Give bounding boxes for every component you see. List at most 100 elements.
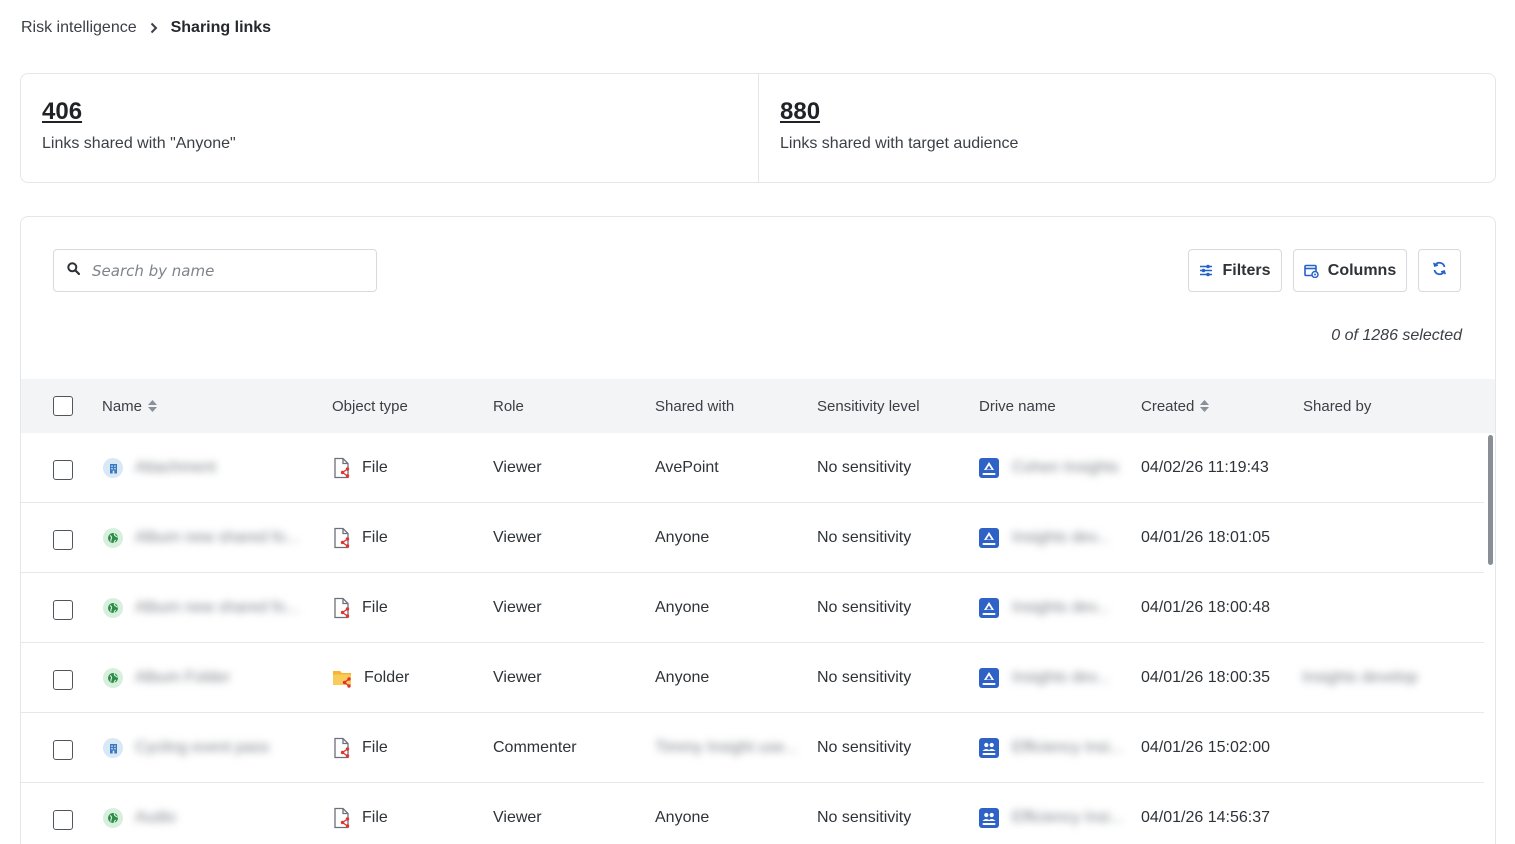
globe-icon — [103, 808, 123, 828]
shared-with: Timmy Insight use... — [655, 739, 798, 756]
file-share-icon — [332, 597, 352, 619]
object-type-cell: File — [332, 783, 388, 844]
globe-icon — [103, 528, 123, 548]
row-checkbox-cell — [53, 573, 73, 643]
shared-with: Anyone — [655, 669, 710, 686]
shared-drive-icon — [978, 807, 1000, 829]
table-row[interactable]: Album new shared fo... File Viewer Anyon… — [21, 503, 1484, 573]
role: Viewer — [493, 599, 542, 616]
drive-name: Insights dev... — [1012, 599, 1110, 616]
building-icon — [103, 738, 123, 758]
sort-icon[interactable] — [147, 399, 158, 413]
chevron-right-icon — [150, 22, 158, 34]
created-date: 04/01/26 18:00:35 — [1141, 669, 1271, 686]
table-row[interactable]: Album Folder Folder Viewer Anyone No sen… — [21, 643, 1484, 713]
object-type: Folder — [364, 669, 410, 686]
drive-cell: Efficiency Insi... — [978, 783, 1123, 844]
shared-by: Insights develop — [1302, 669, 1418, 686]
select-all-checkbox[interactable] — [53, 396, 73, 416]
sensitivity-level: No sensitivity — [817, 529, 912, 546]
search-input[interactable] — [92, 261, 362, 280]
table-row[interactable]: Audio File Viewer Anyone No sensitivity … — [21, 783, 1484, 844]
role: Viewer — [493, 529, 542, 546]
filters-button[interactable]: Filters — [1188, 249, 1282, 292]
shared-with: Anyone — [655, 809, 710, 826]
stats-card: 406 Links shared with "Anyone" 880 Links… — [20, 73, 1496, 183]
role: Viewer — [493, 669, 542, 686]
item-name[interactable]: Album new shared fo... — [135, 529, 299, 547]
object-type-cell: File — [332, 433, 388, 503]
columns-button[interactable]: Columns — [1293, 249, 1407, 292]
object-type-cell: Folder — [332, 643, 409, 713]
object-type: File — [362, 459, 388, 476]
column-header-shared-with: Shared with — [655, 397, 735, 415]
drive-name: Cohen Insights — [1012, 459, 1119, 476]
shared-with: AvePoint — [655, 459, 719, 476]
object-type: File — [362, 739, 388, 756]
table-header: Name Object type Role Shared with Sensit… — [21, 379, 1495, 433]
search-icon — [67, 261, 81, 280]
object-type: File — [362, 599, 388, 616]
folder-share-icon — [332, 668, 354, 688]
stat-anyone-label: Links shared with "Anyone" — [42, 135, 236, 152]
refresh-icon — [1432, 261, 1447, 281]
column-header-name[interactable]: Name — [102, 379, 158, 433]
item-name[interactable]: Album Folder — [135, 669, 230, 687]
row-checkbox[interactable] — [53, 530, 73, 550]
created-date: 04/01/26 18:01:05 — [1141, 529, 1271, 546]
row-checkbox[interactable] — [53, 600, 73, 620]
role: Commenter — [493, 739, 577, 756]
sharing-links-panel: Filters Columns 0 of 1286 selected Name … — [20, 216, 1496, 844]
row-checkbox[interactable] — [53, 670, 73, 690]
table-row[interactable]: Album new shared fo... File Viewer Anyon… — [21, 573, 1484, 643]
building-icon — [103, 458, 123, 478]
row-checkbox-cell — [53, 433, 73, 503]
name-cell: Attachment — [103, 433, 313, 503]
shared-with: Anyone — [655, 599, 710, 616]
table-row[interactable]: Attachment File Viewer AvePoint No sensi… — [21, 433, 1484, 503]
sort-icon[interactable] — [1199, 399, 1210, 413]
drive-icon — [978, 597, 1000, 619]
column-header-created[interactable]: Created — [1141, 379, 1210, 433]
created-date: 04/01/26 14:56:37 — [1141, 809, 1271, 826]
created-date: 04/01/26 15:02:00 — [1141, 739, 1271, 756]
sensitivity-level: No sensitivity — [817, 809, 912, 826]
stat-target-audience-label: Links shared with target audience — [780, 135, 1019, 152]
item-name[interactable]: Cycling event pass — [135, 739, 269, 757]
row-checkbox[interactable] — [53, 460, 73, 480]
drive-icon — [978, 527, 1000, 549]
sensitivity-level: No sensitivity — [817, 739, 912, 756]
stat-anyone-value[interactable]: 406 — [42, 98, 82, 126]
sensitivity-level: No sensitivity — [817, 599, 912, 616]
column-header-shared-by: Shared by — [1303, 397, 1372, 415]
file-share-icon — [332, 737, 352, 759]
drive-cell: Cohen Insights — [978, 433, 1119, 503]
name-cell: Album Folder — [103, 643, 313, 713]
item-name[interactable]: Album new shared fo... — [135, 599, 299, 617]
column-header-drive-name: Drive name — [979, 397, 1056, 415]
object-type-cell: File — [332, 713, 388, 783]
breadcrumb-parent-link[interactable]: Risk intelligence — [21, 19, 137, 37]
select-all-checkbox-cell — [53, 379, 73, 433]
name-cell: Cycling event pass — [103, 713, 313, 783]
stat-target-audience-value[interactable]: 880 — [780, 98, 820, 126]
table-scrollbar[interactable] — [1488, 435, 1493, 565]
item-name[interactable]: Attachment — [135, 459, 216, 477]
columns-label: Columns — [1327, 261, 1397, 279]
column-header-created-label: Created — [1141, 397, 1195, 415]
table-row[interactable]: Cycling event pass File Commenter Timmy … — [21, 713, 1484, 783]
drive-name: Insights dev... — [1012, 669, 1110, 686]
file-share-icon — [332, 807, 352, 829]
row-checkbox[interactable] — [53, 810, 73, 830]
refresh-button[interactable] — [1418, 249, 1461, 292]
drive-icon — [978, 667, 1000, 689]
row-checkbox[interactable] — [53, 740, 73, 760]
column-header-sensitivity: Sensitivity level — [817, 397, 920, 415]
item-name[interactable]: Audio — [135, 809, 176, 827]
drive-name: Insights dev... — [1012, 529, 1110, 546]
name-cell: Audio — [103, 783, 313, 844]
column-header-role: Role — [493, 397, 524, 415]
globe-icon — [103, 668, 123, 688]
search-box[interactable] — [53, 249, 377, 292]
stat-target-audience: 880 Links shared with target audience — [758, 74, 1495, 182]
